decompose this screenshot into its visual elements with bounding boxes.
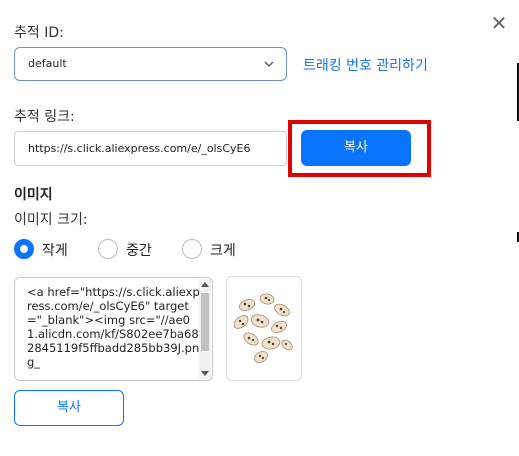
radio-medium[interactable] [98,239,118,259]
tracking-id-value: default [28,57,67,70]
size-large-label: 크게 [210,243,236,259]
scroll-down-icon[interactable] [201,371,209,376]
image-section-title: 이미지 [14,187,53,203]
embed-code-text: <a href="https://s.click.aliexpress.com/… [27,285,200,369]
image-size-label: 이미지 크기: [14,212,88,228]
copy-link-button[interactable]: 복사 [301,130,411,166]
product-thumbnail [226,276,302,381]
tracking-link-field[interactable]: https://s.click.aliexpress.com/e/_olsCyE… [14,131,287,166]
seashells-image [233,293,293,363]
tracking-id-label: 추적 ID: [14,25,64,41]
size-option-large[interactable]: 크게 [182,239,252,259]
manage-tracking-link[interactable]: 트래킹 번호 관리하기 [303,55,428,75]
size-option-small[interactable]: 작게 [14,239,74,259]
copy-code-button[interactable]: 복사 [14,390,124,426]
size-medium-label: 중간 [126,243,152,259]
embed-code-textarea[interactable]: <a href="https://s.click.aliexpress.com/… [14,277,213,381]
radio-large[interactable] [182,239,202,259]
size-small-label: 작게 [42,243,68,259]
radio-small[interactable] [14,239,34,259]
tracking-link-label: 추적 링크: [14,109,75,125]
scrollbar-thumb[interactable] [201,293,209,351]
size-option-medium[interactable]: 중간 [98,239,168,259]
tracking-id-select[interactable]: default [14,47,287,81]
scrollbar[interactable] [199,279,211,379]
close-icon[interactable]: ✕ [488,12,510,34]
scroll-up-icon[interactable] [201,282,209,287]
chevron-down-icon [264,61,274,67]
